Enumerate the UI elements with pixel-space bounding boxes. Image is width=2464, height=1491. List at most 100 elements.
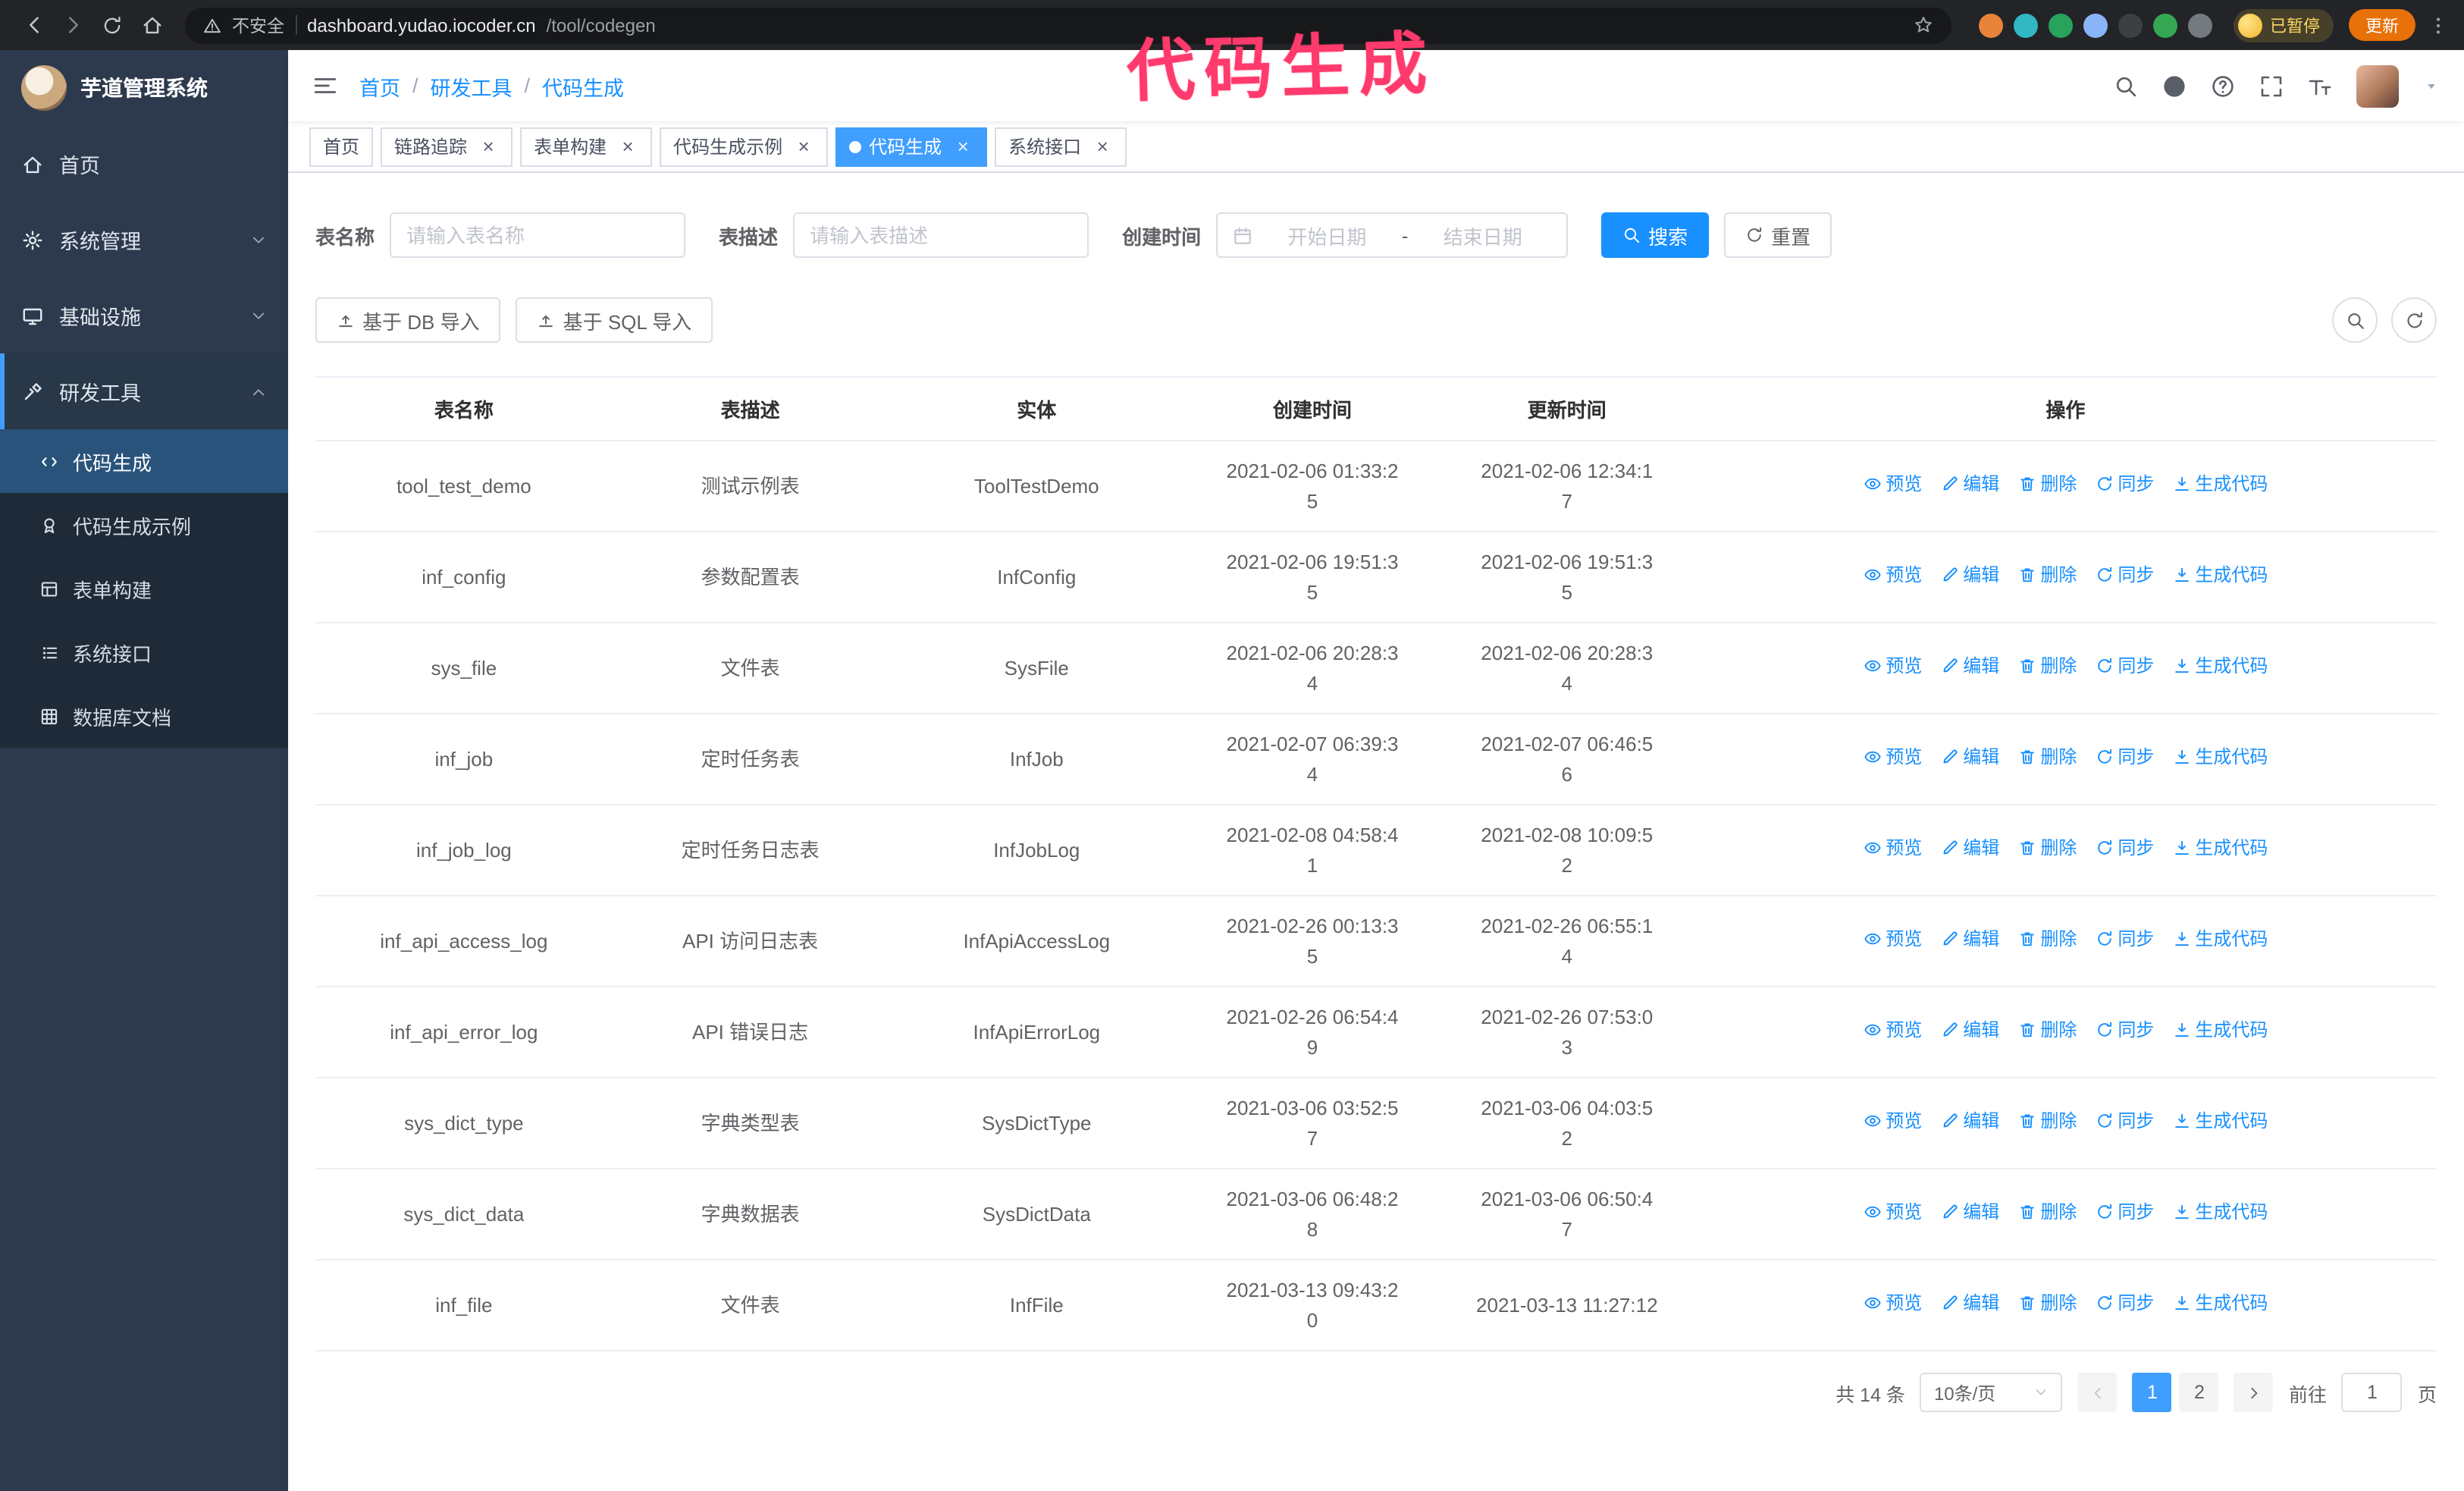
edit-action[interactable]: 编辑 [1940, 926, 1999, 953]
tab-codegen[interactable]: 代码生成 × [835, 127, 988, 166]
edit-action[interactable]: 编辑 [1940, 744, 1999, 771]
create-time-range-picker[interactable]: 开始日期 - 结束日期 [1216, 212, 1569, 258]
font-size-icon[interactable] [2308, 74, 2332, 98]
page-size-select[interactable]: 10条/页 [1920, 1373, 2063, 1412]
toggle-search-button[interactable] [2332, 297, 2378, 343]
sidebar-subitem-api[interactable]: 系统接口 [0, 620, 288, 684]
delete-action[interactable]: 删除 [2017, 744, 2077, 771]
dark-extension-icon[interactable] [2118, 13, 2143, 37]
edit-action[interactable]: 编辑 [1940, 471, 1999, 498]
preview-action[interactable]: 预览 [1863, 926, 1922, 953]
preview-action[interactable]: 预览 [1863, 471, 1922, 498]
sidebar-item-devtools[interactable]: 研发工具 [0, 353, 288, 429]
browser-reload-button[interactable] [94, 7, 130, 43]
sync-action[interactable]: 同步 [2095, 926, 2154, 953]
edit-action[interactable]: 编辑 [1940, 1017, 1999, 1044]
drop-extension-icon[interactable] [2014, 13, 2038, 37]
delete-action[interactable]: 删除 [2017, 1108, 2077, 1135]
generate-action[interactable]: 生成代码 [2172, 1290, 2268, 1317]
edit-action[interactable]: 编辑 [1940, 562, 1999, 589]
tab-api[interactable]: 系统接口 × [995, 127, 1127, 166]
fox-extension-icon[interactable] [1979, 13, 2003, 37]
generate-action[interactable]: 生成代码 [2172, 744, 2268, 771]
sidebar-subitem-codegen-example[interactable]: 代码生成示例 [0, 493, 288, 557]
preview-action[interactable]: 预览 [1863, 1290, 1922, 1317]
next-page-button[interactable] [2234, 1373, 2274, 1412]
edit-action[interactable]: 编辑 [1940, 1199, 1999, 1226]
edit-action[interactable]: 编辑 [1940, 653, 1999, 680]
tab-home[interactable]: 首页 [309, 127, 374, 166]
page-1-button[interactable]: 1 [2132, 1373, 2172, 1412]
puzzle-extension-icon[interactable] [2188, 13, 2212, 37]
generate-action[interactable]: 生成代码 [2172, 653, 2268, 680]
sidebar-subitem-codegen[interactable]: 代码生成 [0, 429, 288, 493]
table-desc-input[interactable] [793, 212, 1089, 258]
help-icon[interactable] [2211, 74, 2235, 98]
close-icon[interactable]: × [617, 135, 638, 157]
preview-action[interactable]: 预览 [1863, 744, 1922, 771]
hamburger-icon[interactable] [312, 73, 338, 99]
delete-action[interactable]: 删除 [2017, 1290, 2077, 1317]
leaf-extension-icon[interactable] [2153, 13, 2177, 37]
goto-page-input[interactable] [2341, 1373, 2403, 1412]
sync-action[interactable]: 同步 [2095, 653, 2154, 680]
close-icon[interactable]: × [1092, 135, 1113, 157]
profile-paused-chip[interactable]: 已暂停 [2234, 8, 2334, 42]
browser-forward-button[interactable] [55, 7, 91, 43]
sidebar-item-system[interactable]: 系统管理 [0, 202, 288, 278]
generate-action[interactable]: 生成代码 [2172, 1199, 2268, 1226]
delete-action[interactable]: 删除 [2017, 562, 2077, 589]
bookmark-star-icon[interactable] [1914, 15, 1933, 35]
sync-action[interactable]: 同步 [2095, 1017, 2154, 1044]
refresh-table-button[interactable] [2391, 297, 2437, 343]
generate-action[interactable]: 生成代码 [2172, 471, 2268, 498]
sync-action[interactable]: 同步 [2095, 1290, 2154, 1317]
edit-action[interactable]: 编辑 [1940, 1290, 1999, 1317]
generate-action[interactable]: 生成代码 [2172, 835, 2268, 862]
preview-action[interactable]: 预览 [1863, 835, 1922, 862]
browser-back-button[interactable] [15, 7, 52, 43]
edit-action[interactable]: 编辑 [1940, 1108, 1999, 1135]
close-icon[interactable]: × [793, 135, 814, 157]
preview-action[interactable]: 预览 [1863, 653, 1922, 680]
generate-action[interactable]: 生成代码 [2172, 562, 2268, 589]
close-icon[interactable]: × [478, 135, 499, 157]
sync-action[interactable]: 同步 [2095, 471, 2154, 498]
import-sql-button[interactable]: 基于 SQL 导入 [516, 297, 713, 343]
sidebar-subitem-form-build[interactable]: 表单构建 [0, 557, 288, 620]
edit-action[interactable]: 编辑 [1940, 835, 1999, 862]
preview-action[interactable]: 预览 [1863, 562, 1922, 589]
sidebar-subitem-db-doc[interactable]: 数据库文档 [0, 684, 288, 748]
preview-action[interactable]: 预览 [1863, 1108, 1922, 1135]
avatar-caret-icon[interactable] [2423, 77, 2440, 94]
table-name-input[interactable] [390, 212, 686, 258]
search-button[interactable]: 搜索 [1601, 212, 1710, 258]
delete-action[interactable]: 删除 [2017, 926, 2077, 953]
fullscreen-icon[interactable] [2259, 74, 2284, 98]
generate-action[interactable]: 生成代码 [2172, 1017, 2268, 1044]
delete-action[interactable]: 删除 [2017, 1199, 2077, 1226]
close-icon[interactable]: × [952, 135, 973, 157]
page-2-button[interactable]: 2 [2179, 1373, 2219, 1412]
preview-action[interactable]: 预览 [1863, 1017, 1922, 1044]
generate-action[interactable]: 生成代码 [2172, 1108, 2268, 1135]
user-avatar[interactable] [2356, 64, 2399, 107]
sync-action[interactable]: 同步 [2095, 835, 2154, 862]
people-extension-icon[interactable] [2083, 13, 2108, 37]
sync-action[interactable]: 同步 [2095, 1199, 2154, 1226]
browser-home-button[interactable] [133, 7, 170, 43]
sync-action[interactable]: 同步 [2095, 562, 2154, 589]
tab-codegen-example[interactable]: 代码生成示例 × [660, 127, 829, 166]
delete-action[interactable]: 删除 [2017, 1017, 2077, 1044]
sync-action[interactable]: 同步 [2095, 1108, 2154, 1135]
import-db-button[interactable]: 基于 DB 导入 [315, 297, 501, 343]
sidebar-item-infra[interactable]: 基础设施 [0, 278, 288, 353]
prev-page-button[interactable] [2077, 1373, 2118, 1412]
delete-action[interactable]: 删除 [2017, 835, 2077, 862]
check-extension-icon[interactable] [2049, 13, 2073, 37]
browser-menu-icon[interactable] [2428, 14, 2449, 36]
header-search-icon[interactable] [2114, 74, 2138, 98]
app-logo[interactable]: 芋道管理系统 [0, 50, 288, 126]
chrome-update-button[interactable]: 更新 [2349, 9, 2415, 41]
delete-action[interactable]: 删除 [2017, 471, 2077, 498]
